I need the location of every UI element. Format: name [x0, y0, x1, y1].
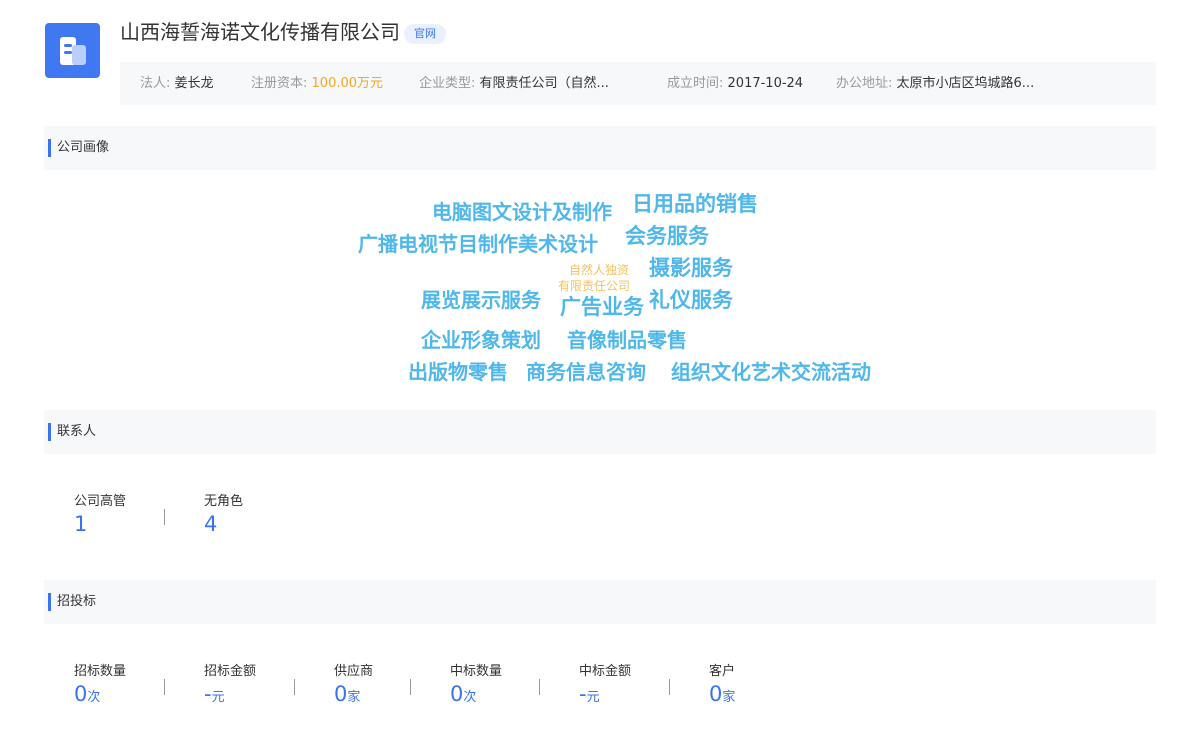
word-cloud-item: 展览展示服务 [421, 288, 541, 312]
word-cloud-item: 企业形象策划 [421, 328, 541, 352]
stat-executives[interactable]: 公司高管 1 [74, 493, 126, 537]
legal-person-value[interactable]: 姜长龙 [175, 76, 214, 91]
info-registered-capital: 注册资本: 100.00万元 [251, 62, 383, 105]
stat-divider [164, 509, 165, 525]
stat-award-amount[interactable]: 中标金额 -元 [579, 663, 631, 711]
stat-unit: 元 [211, 690, 225, 705]
info-key: 办公地址: [836, 76, 893, 91]
office-address-value: 太原市小店区坞城路6... [896, 76, 1035, 91]
stat-tender-count[interactable]: 招标数量 0次 [74, 663, 126, 711]
stat-unit: 次 [463, 690, 477, 705]
section-title: 联系人 [57, 424, 97, 439]
stat-divider [294, 679, 295, 695]
stat-label: 公司高管 [74, 494, 127, 509]
section-title: 公司画像 [57, 140, 110, 155]
word-cloud-item: 广告业务 [560, 295, 644, 319]
info-founded-date: 成立时间: 2017-10-24 [667, 62, 803, 105]
stat-label: 供应商 [334, 664, 374, 679]
stat-no-role[interactable]: 无角色 4 [204, 493, 243, 537]
word-cloud-tag: 自然人独资 [569, 263, 630, 277]
word-cloud-item: 日用品的销售 [632, 192, 758, 216]
stat-divider [539, 679, 540, 695]
stat-award-count[interactable]: 中标数量 0次 [450, 663, 502, 711]
section-title: 招投标 [57, 594, 97, 609]
word-cloud-item: 商务信息咨询 [526, 360, 646, 384]
section-accent [48, 423, 51, 441]
stat-value: 0 [709, 682, 723, 706]
stat-suppliers[interactable]: 供应商 0家 [334, 663, 373, 711]
stat-unit: 元 [586, 690, 600, 705]
info-key: 企业类型: [419, 76, 476, 91]
stat-tender-amount[interactable]: 招标金额 -元 [204, 663, 256, 711]
stat-unit: 家 [722, 690, 736, 705]
info-key: 注册资本: [251, 76, 308, 91]
stat-value: 1 [74, 512, 88, 536]
section-accent [48, 139, 51, 157]
building-icon [60, 37, 86, 65]
section-company-portrait: 公司画像 [44, 126, 1156, 170]
word-cloud-item: 组织文化艺术交流活动 [671, 360, 871, 384]
stat-unit: 次 [87, 690, 101, 705]
stat-value: - [579, 682, 587, 706]
word-cloud-item: 出版物零售 [408, 360, 508, 384]
section-accent [48, 593, 51, 611]
stat-value: 0 [334, 682, 348, 706]
stat-label: 客户 [709, 664, 736, 679]
stat-label: 招标数量 [74, 664, 127, 679]
word-cloud-item: 广播电视节目制作美术设计 [358, 232, 598, 256]
stat-divider [410, 679, 411, 695]
registered-capital-value: 100.00万元 [311, 76, 384, 91]
stat-value: 0 [450, 682, 464, 706]
info-company-type: 企业类型: 有限责任公司（自然... [419, 62, 609, 105]
info-legal-person: 法人: 姜长龙 [140, 62, 214, 105]
word-cloud-item: 音像制品零售 [567, 328, 687, 352]
stat-value: 4 [204, 512, 218, 536]
company-logo [45, 23, 100, 78]
founded-date-value: 2017-10-24 [727, 76, 804, 91]
word-cloud-item: 会务服务 [625, 224, 709, 248]
stat-divider [164, 679, 165, 695]
official-site-badge[interactable]: 官网 [404, 24, 446, 44]
company-name: 山西海誓海诺文化传播有限公司 [120, 20, 400, 44]
stat-customers[interactable]: 客户 0家 [709, 663, 735, 711]
stat-label: 招标金额 [204, 664, 257, 679]
word-cloud-item: 礼仪服务 [649, 288, 733, 312]
section-contacts: 联系人 [44, 410, 1156, 454]
stat-divider [669, 679, 670, 695]
info-office-address: 办公地址: 太原市小店区坞城路6... [836, 62, 1034, 105]
word-cloud-tag: 有限责任公司 [558, 279, 631, 293]
stat-value: - [204, 682, 212, 706]
info-key: 法人: [140, 76, 171, 91]
stat-label: 中标数量 [450, 664, 503, 679]
info-key: 成立时间: [667, 76, 724, 91]
company-info-bar: 法人: 姜长龙 注册资本: 100.00万元 企业类型: 有限责任公司（自然..… [120, 62, 1156, 105]
word-cloud: 电脑图文设计及制作 日用品的销售 广播电视节目制作美术设计 会务服务 自然人独资… [0, 0, 1200, 752]
section-bidding: 招投标 [44, 580, 1156, 624]
word-cloud-item: 电脑图文设计及制作 [432, 200, 612, 224]
stat-label: 无角色 [204, 494, 244, 509]
stat-value: 0 [74, 682, 88, 706]
word-cloud-item: 摄影服务 [649, 256, 733, 280]
stat-label: 中标金额 [579, 664, 632, 679]
company-type-value: 有限责任公司（自然... [479, 76, 609, 91]
stat-unit: 家 [347, 690, 361, 705]
